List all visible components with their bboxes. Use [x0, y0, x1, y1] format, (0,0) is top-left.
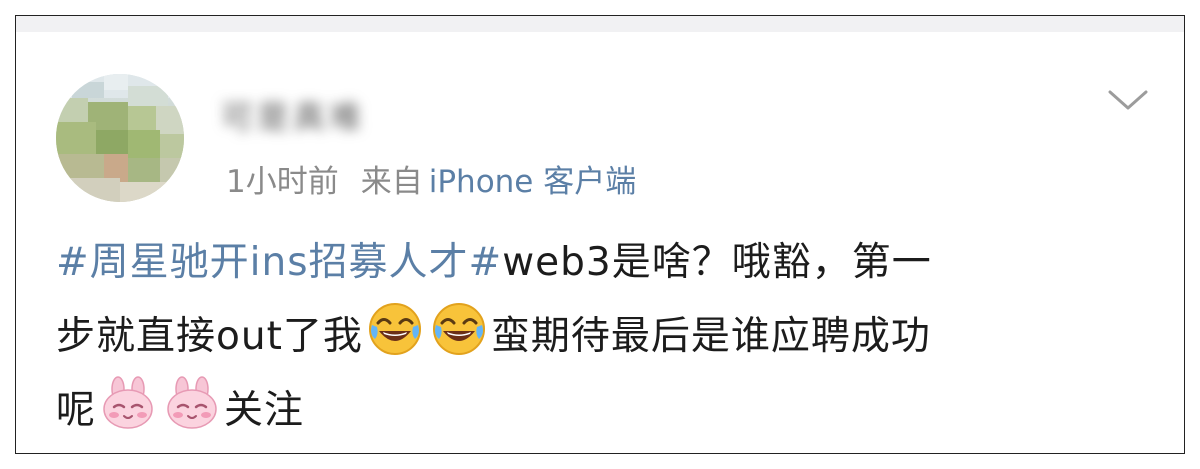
post-text: #周星驰开ins招募人才#web3是啥？哦豁，第一 步就直接out了我 蛮期待最…: [56, 226, 1166, 448]
post-time: 1小时前: [226, 164, 339, 200]
top-separator: [16, 16, 1184, 32]
laughing-crying-emoji: [368, 303, 421, 355]
hashtag-link[interactable]: #周星驰开ins招募人才#: [56, 240, 502, 285]
post-line-1: #周星驰开ins招募人才#web3是啥？哦豁，第一: [56, 226, 1166, 300]
source-link[interactable]: iPhone 客户端: [429, 164, 637, 200]
avatar[interactable]: [56, 74, 184, 202]
post-line-2: 步就直接out了我 蛮期待最后是谁应聘成功: [56, 300, 1166, 374]
post-meta: 1小时前 来自 iPhone 客户端: [226, 160, 636, 204]
post-text-segment: 关注: [224, 388, 305, 433]
post-text-segment: 呢: [56, 388, 97, 433]
laughing-crying-emoji: [432, 303, 485, 355]
shy-bunny-emoji: [167, 376, 217, 429]
author-name[interactable]: 可是真难: [221, 94, 411, 140]
shy-bunny-emoji: [103, 376, 153, 429]
chevron-down-icon[interactable]: [1106, 86, 1150, 114]
source-prefix: 来自: [360, 164, 423, 200]
author-name-text: 可是真难: [221, 98, 366, 136]
post-line-3: 呢 关注: [56, 374, 1166, 448]
post-text-segment: web3是啥？哦豁，第一: [502, 240, 932, 285]
post-text-segment: 步就直接out了我: [56, 314, 363, 359]
post-text-segment: 蛮期待最后是谁应聘成功: [490, 314, 931, 359]
avatar-image: [56, 74, 184, 202]
weibo-post-card: 可是真难 1小时前 来自 iPhone 客户端 #周星驰开ins招募人才#web3是…: [15, 15, 1185, 454]
